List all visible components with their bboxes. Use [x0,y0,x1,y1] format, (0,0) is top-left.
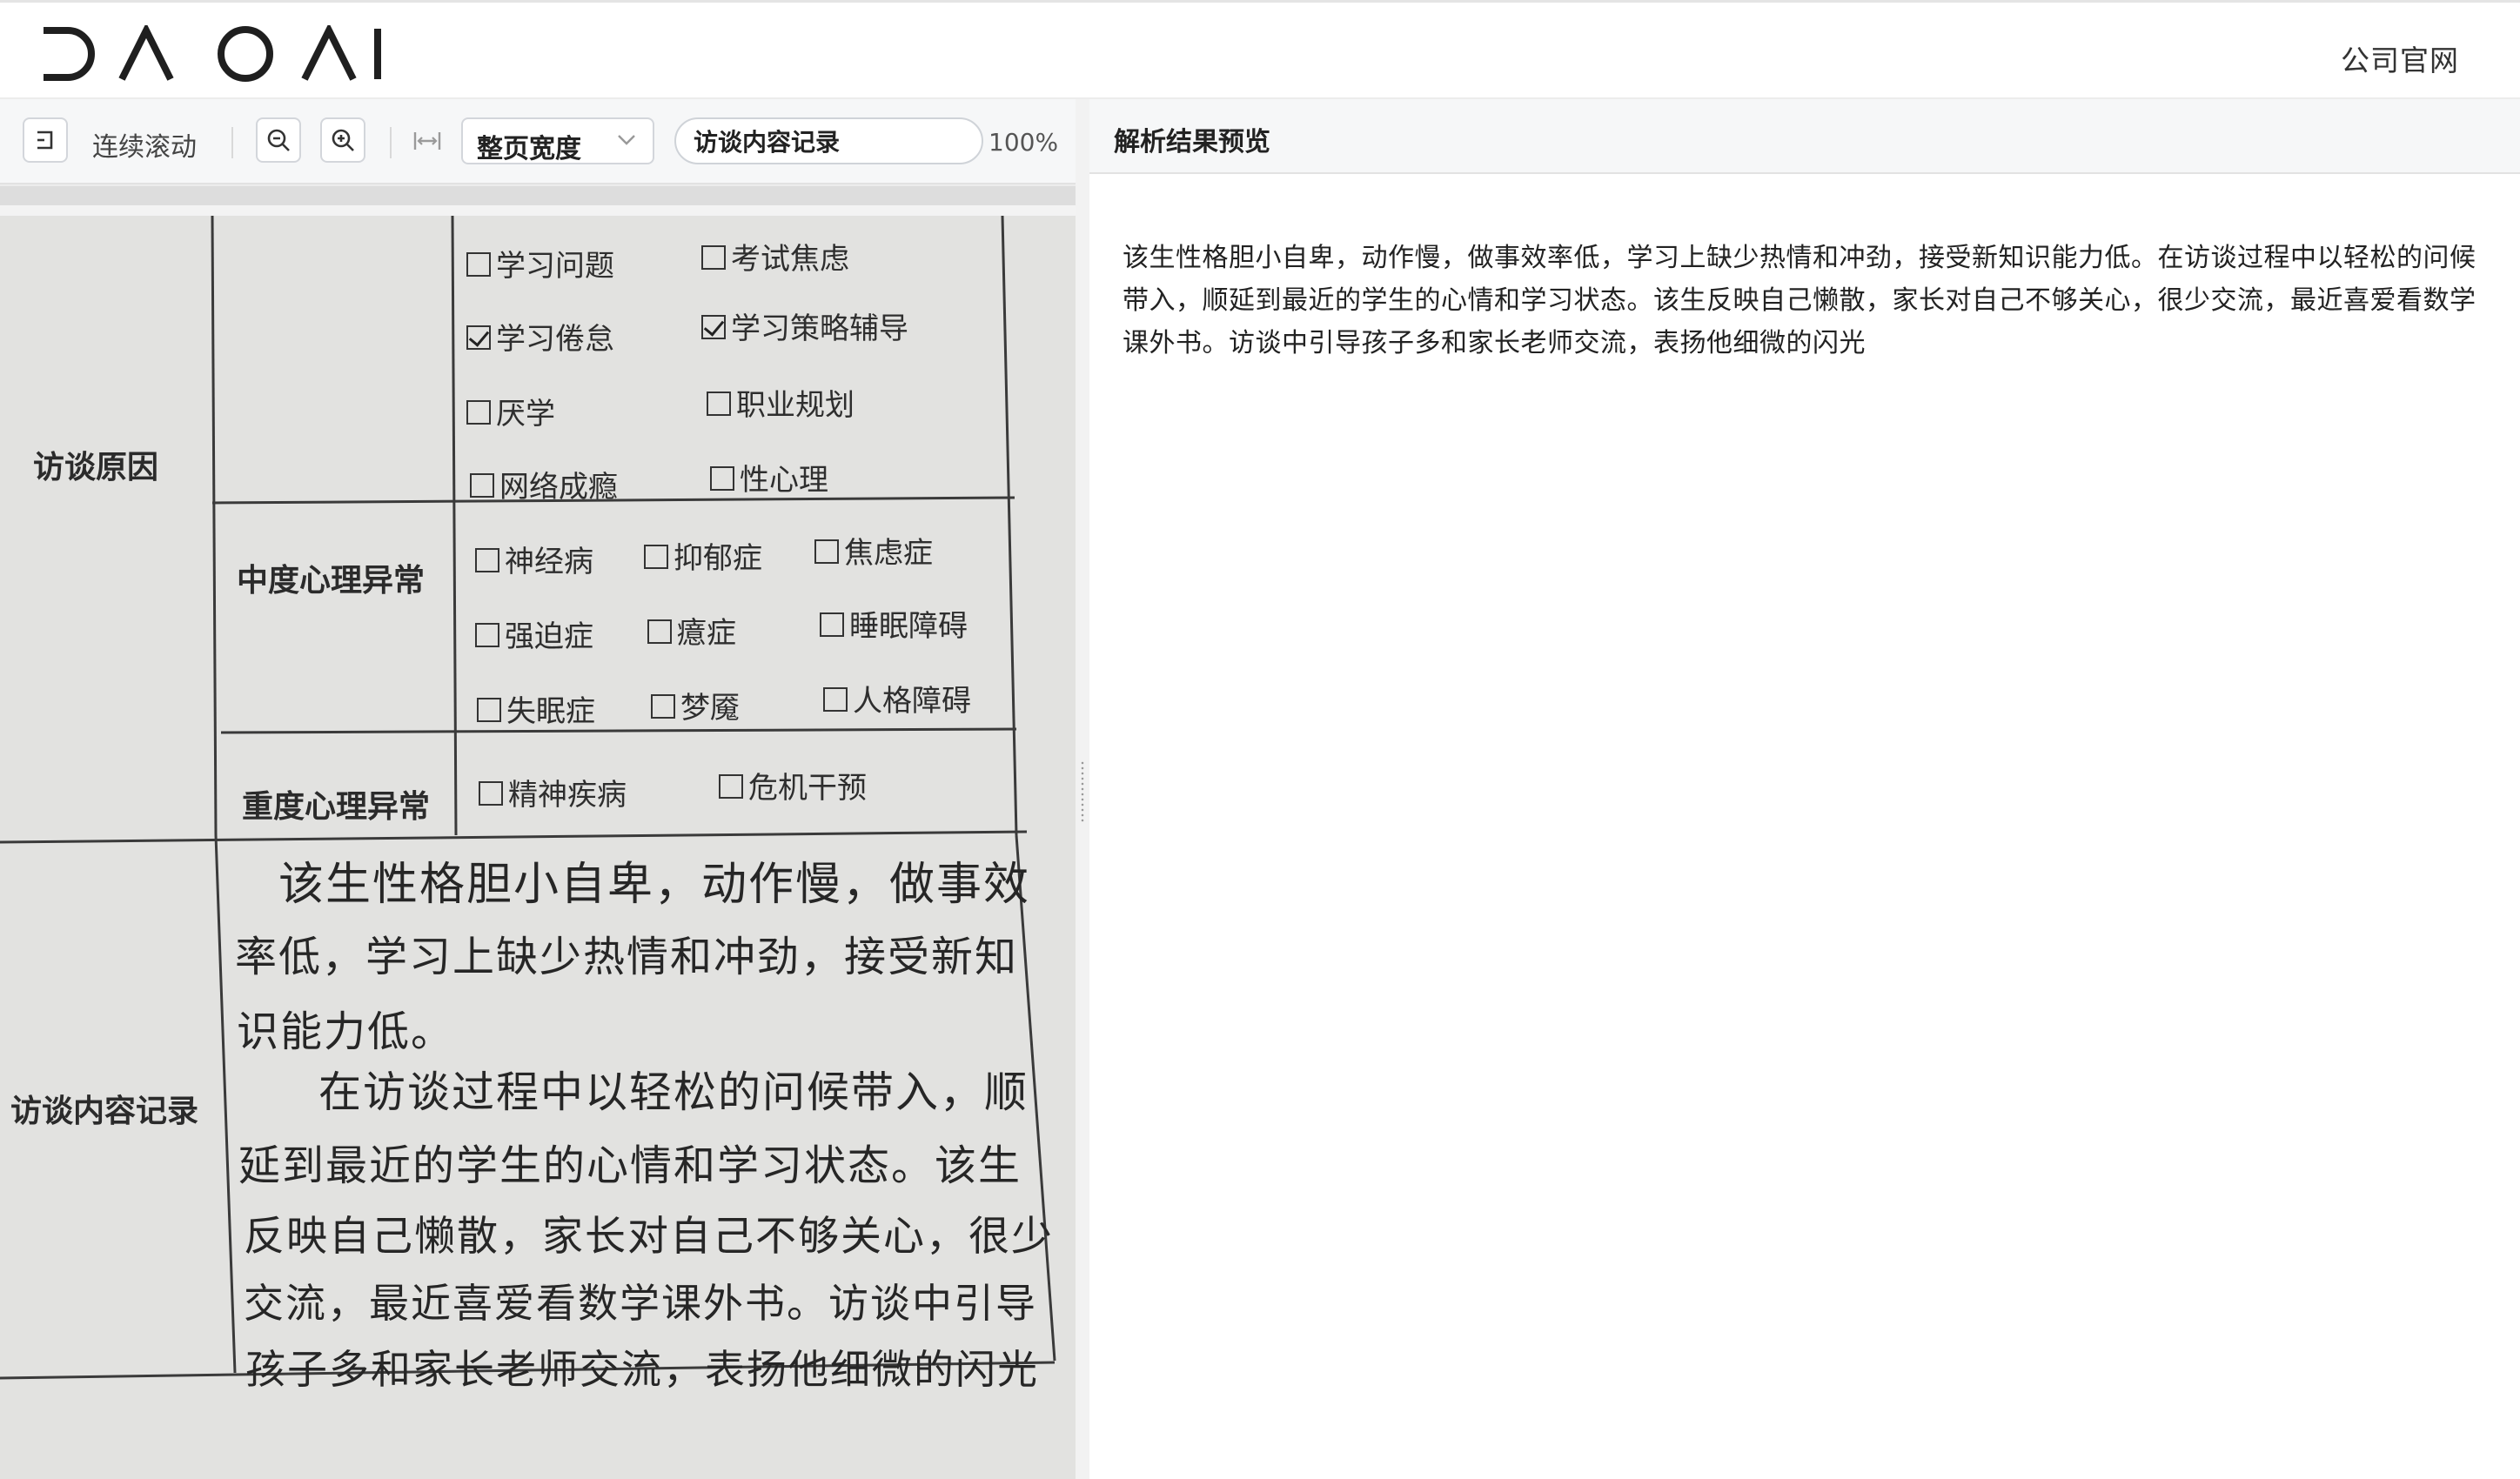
option-label: 学习倦怠 [496,322,614,357]
checkbox-icon [651,693,675,719]
checkbox-option: 厌学 [466,390,555,432]
checkbox-option: 危机干预 [719,764,867,806]
checkbox-option: 焦虑症 [814,529,933,572]
handwritten-line: 延到最近的学生的心情和学习状态。该生 [238,1141,1022,1190]
checkbox-option: 网络成瘾 [470,463,618,505]
option-label: 人格障碍 [853,684,971,719]
checkbox-icon [475,622,499,647]
checkbox-option: 性心理 [710,456,828,499]
fit-width-icon [413,132,441,150]
option-label: 癔症 [677,616,736,651]
checkbox-option: 神经病 [475,538,593,580]
handwritten-line: 交流，最近喜爱看数学课外书。访谈中引导 [244,1280,1037,1327]
checkbox-option: 学习问题 [466,242,614,284]
zoom-out-icon [267,129,290,151]
fit-width-button[interactable] [412,129,442,157]
checkbox-icon [477,697,501,722]
option-label: 学习策略辅导 [731,311,908,346]
handwritten-line: 孩子多和家长老师交流，表扬他细微的闪光 [245,1346,1039,1393]
checkbox-option: 睡眠障碍 [820,602,968,645]
option-label: 考试焦虑 [731,242,849,277]
handwritten-line: 该生性格胆小自卑，动作慢，做事效 [278,859,1031,911]
result-preview-header: 解析结果预览 [1089,99,2520,174]
parsed-result-text: 该生性格胆小自卑，动作慢，做事效率低，学习上缺少热情和冲劲，接受新知识能力低。在… [1123,243,2476,358]
document-search-input[interactable] [674,117,983,164]
toolbar-divider [390,127,392,158]
document-viewer-pane: 连续滚动 整页宽度 100% [0,99,1076,1479]
checkbox-icon [823,686,848,712]
reason-section-label: 访谈原因 [33,449,159,485]
option-label: 性心理 [740,463,828,498]
option-label: 精神疾病 [508,778,627,813]
checkbox-icon [470,472,494,498]
handwritten-line: 识能力低。 [237,1007,455,1056]
option-label: 神经病 [505,545,593,579]
checkbox-option: 职业规划 [707,381,855,424]
checkbox-icon [710,465,734,491]
option-label: 焦虑症 [844,536,933,571]
checkbox-option: 梦魇 [651,684,740,726]
option-label: 职业规划 [736,388,855,423]
continuous-scroll-toggle[interactable]: 连续滚动 [92,125,197,164]
drag-grip-icon [1080,760,1085,823]
daoai-logo-mark [44,25,381,82]
checkbox-icon [707,391,731,416]
zoom-out-button[interactable] [256,117,301,163]
result-preview-title: 解析结果预览 [1114,127,1270,157]
zoom-level-readout: 100% [989,128,1059,157]
checkbox-icon [719,773,743,799]
option-label: 梦魇 [680,691,740,726]
exit-button[interactable] [23,117,68,163]
option-label: 危机干预 [748,771,867,806]
handwritten-line: 反映自己懒散，家长对自己不够关心，很少 [244,1213,1054,1261]
official-site-link[interactable]: 公司官网 [2341,37,2459,79]
zoom-in-button[interactable] [320,117,365,163]
app-header: 公司官网 [0,0,2520,99]
pane-resize-handle[interactable] [1076,99,1089,1479]
handwritten-line: 在访谈过程中以轻松的问候带入，顺 [318,1067,1029,1117]
checkbox-option: 学习策略辅导 [701,304,908,347]
checkbox-option: 强迫症 [475,612,593,655]
checkbox-option: 人格障碍 [823,677,971,719]
checkbox-icon [820,612,844,637]
checkbox-option: 考试焦虑 [701,235,849,278]
option-label: 学习问题 [496,249,614,284]
toolbar-divider [231,127,233,158]
exit-icon [37,130,53,150]
checkbox-icon [466,399,491,425]
checkbox-icon [701,244,726,270]
option-label: 网络成瘾 [499,470,618,505]
option-label: 强迫症 [505,619,593,654]
viewer-toolbar: 连续滚动 整页宽度 100% [0,99,1076,184]
checkbox-icon [479,780,503,806]
result-preview-pane: 解析结果预览 该生性格胆小自卑，动作慢，做事效率低，学习上缺少热情和冲劲，接受新… [1089,99,2520,1479]
checkbox-icon [814,539,839,564]
option-label: 抑郁症 [674,541,762,576]
chevron-down-icon [618,135,635,145]
checkbox-option: 癔症 [647,609,736,652]
fit-mode-select[interactable]: 整页宽度 [461,117,654,164]
checkbox-option: 失眠症 [477,687,595,730]
option-label: 睡眠障碍 [849,609,968,644]
checkbox-icon [644,544,668,569]
checkbox-option: 抑郁症 [644,534,762,577]
checkbox-option: 精神疾病 [479,771,627,813]
record-section-label: 访谈内容记录 [10,1093,199,1129]
fit-mode-value: 整页宽度 [477,134,581,164]
option-label: 厌学 [496,397,555,432]
checkbox-option: 学习倦怠 [466,315,614,358]
moderate-section-label: 中度心理异常 [237,562,426,599]
daoai-logo[interactable] [38,25,386,83]
handwritten-line: 率低，学习上缺少热情和冲劲，接受新知 [235,933,1019,981]
scanned-form-image: 访谈原因 中度心理异常 重度心理异常 访谈内容记录 学习问题 考试焦虑 学习倦怠… [0,216,1076,1479]
option-label: 失眠症 [506,694,595,729]
checkbox-checked-icon [701,314,726,339]
document-viewport[interactable]: 访谈原因 中度心理异常 重度心理异常 访谈内容记录 学习问题 考试焦虑 学习倦怠… [0,186,1076,1479]
zoom-in-icon [332,129,354,151]
checkbox-icon [475,547,499,572]
checkbox-icon [466,251,491,277]
checkbox-icon [647,619,672,644]
severe-section-label: 重度心理异常 [242,788,431,825]
checkbox-checked-icon [466,325,491,350]
